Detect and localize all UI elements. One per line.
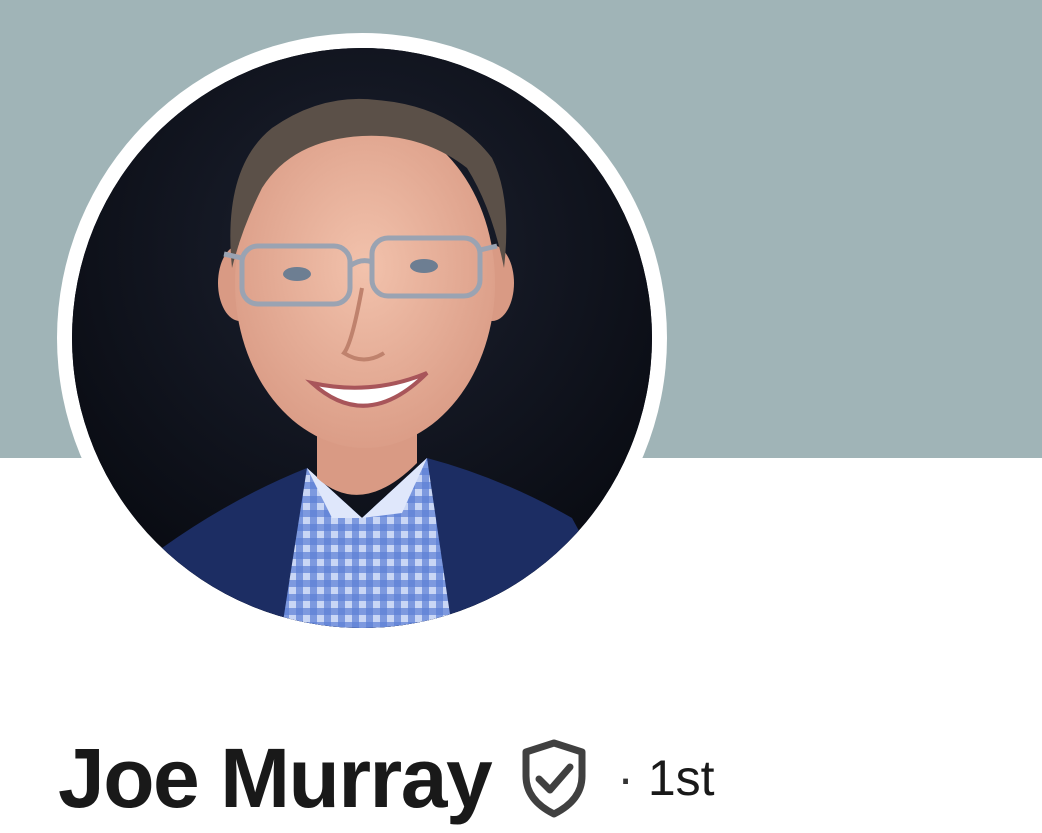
profile-name: Joe Murray: [58, 731, 493, 825]
profile-photo: [72, 48, 652, 628]
profile-card: Joe Murray · 1st: [0, 0, 1042, 833]
connection-degree: 1st: [647, 750, 715, 806]
avatar[interactable]: [72, 48, 652, 628]
avatar-ring: [57, 33, 667, 643]
name-row: Joe Murray · 1st: [58, 728, 715, 828]
verified-shield-check-icon[interactable]: [519, 738, 589, 818]
degree-separator: ·: [617, 750, 634, 806]
